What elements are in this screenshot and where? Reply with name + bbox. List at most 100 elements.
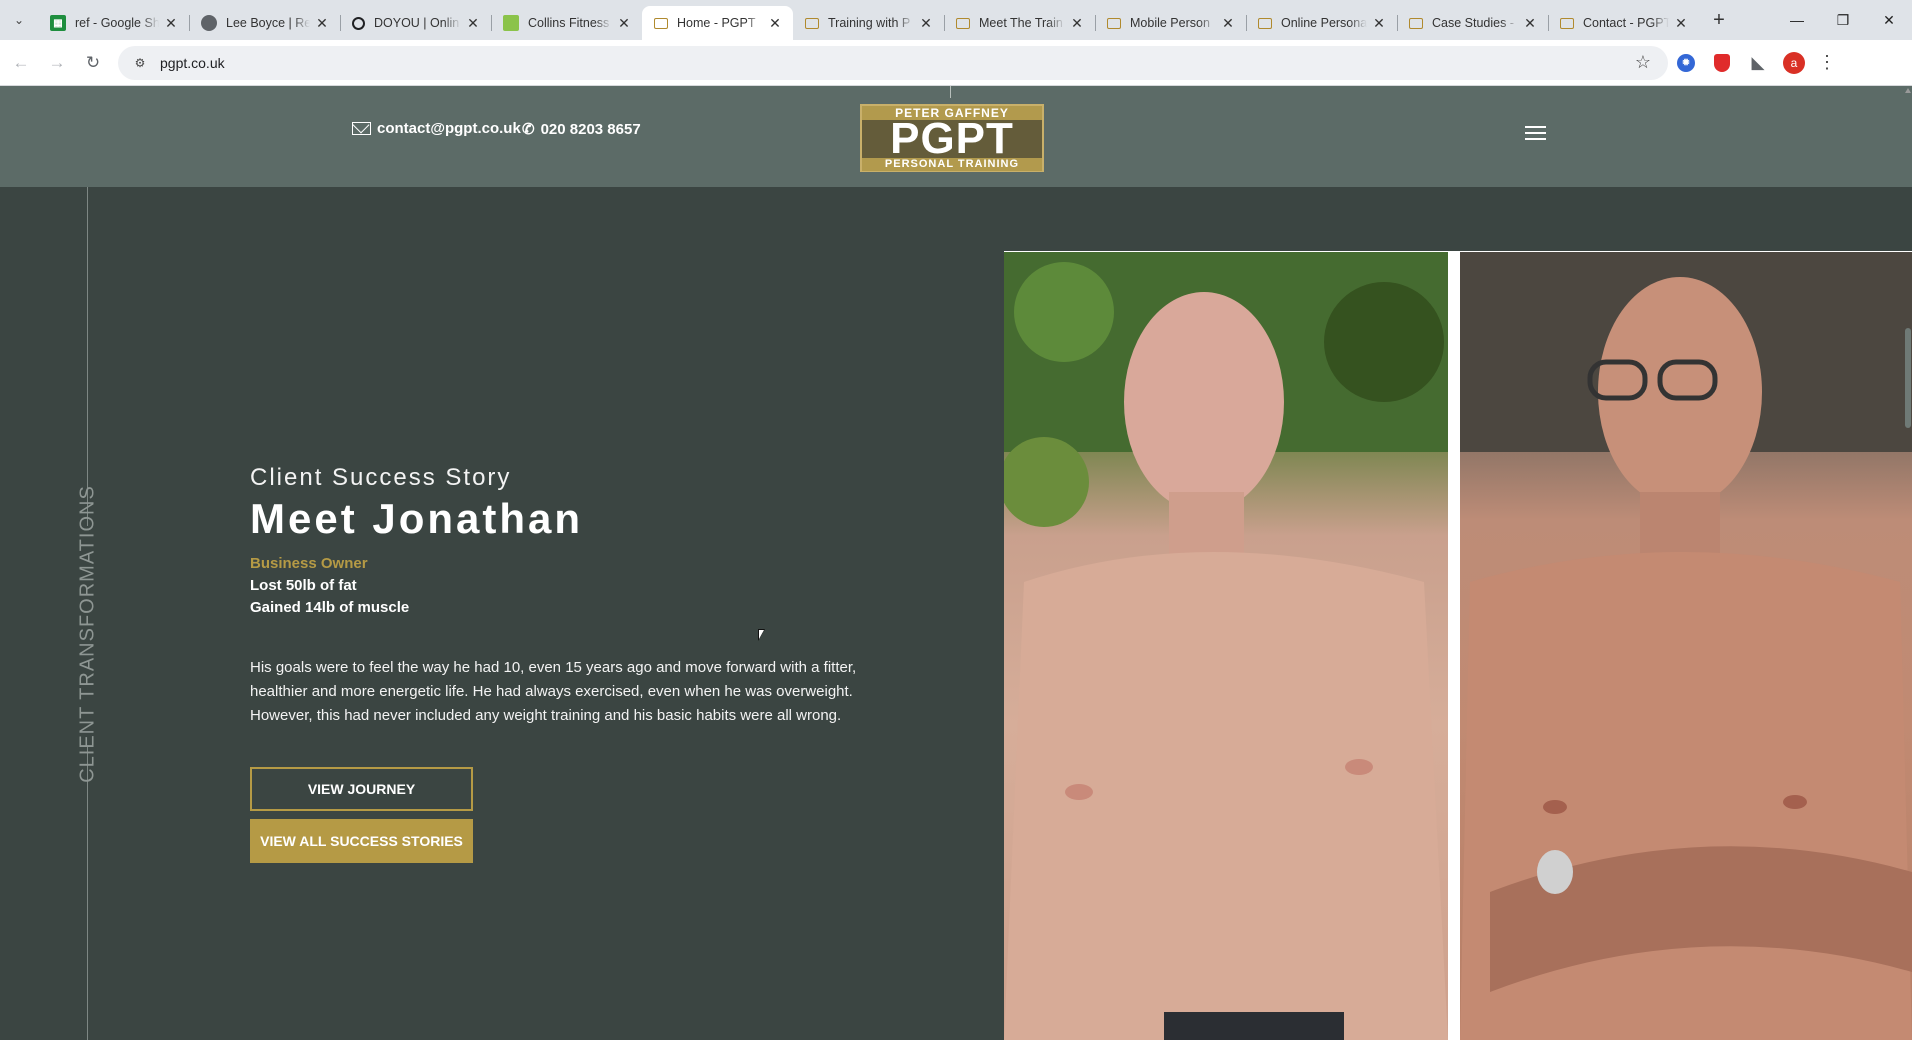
close-window-icon[interactable]: ✕ [1866, 0, 1912, 40]
email-link[interactable]: contact@pgpt.co.uk [352, 120, 521, 137]
view-all-stories-button[interactable]: VIEW ALL SUCCESS STORIES [250, 819, 473, 863]
story-kicker: Client Success Story [250, 464, 512, 491]
phone-text: 020 8203 8657 [540, 120, 641, 138]
story-headline: Meet Jonathan [250, 495, 584, 542]
tab-list: ▦ ref - Google Sh ✕ Lee Boyce | Rea ✕ DO… [38, 0, 1737, 40]
tab-close-icon[interactable]: ✕ [767, 15, 783, 31]
envelope-icon [352, 122, 371, 135]
hamburger-menu-icon[interactable] [1525, 126, 1546, 140]
tab-close-icon[interactable]: ✕ [465, 15, 481, 31]
side-line [87, 746, 88, 1040]
forward-arrow-icon[interactable]: → [42, 48, 72, 78]
tab-close-icon[interactable]: ✕ [1069, 15, 1085, 31]
extensions-button[interactable]: ◣ [1740, 48, 1776, 78]
tab-close-icon[interactable]: ✕ [918, 15, 934, 31]
circle-o-icon [352, 16, 365, 30]
reload-icon[interactable]: ↻ [78, 48, 108, 78]
browser-tab[interactable]: Case Studies - ✕ [1397, 6, 1548, 40]
tab-title: Meet The Train [979, 16, 1063, 30]
phone-icon: ✆ [522, 121, 535, 138]
browser-tab[interactable]: Contact - PGPT ✕ [1548, 6, 1699, 40]
scroll-up-arrow-icon[interactable] [1905, 88, 1911, 93]
puzzle-icon: ◣ [1751, 52, 1765, 72]
logo-bottom-text: PERSONAL TRAINING [862, 158, 1042, 171]
site-header: contact@pgpt.co.uk ✆ 020 8203 8657 PETER… [0, 86, 1912, 187]
browser-tab[interactable]: Online Persona ✕ [1246, 6, 1397, 40]
tab-close-icon[interactable]: ✕ [1673, 15, 1689, 31]
stat-fat-lost: Lost 50lb of fat [250, 577, 357, 594]
tab-close-icon[interactable]: ✕ [616, 15, 632, 31]
browser-tab[interactable]: ▦ ref - Google Sh ✕ [38, 6, 189, 40]
tab-close-icon[interactable]: ✕ [1371, 15, 1387, 31]
tab-search-chevron-icon[interactable]: ⌄ [0, 0, 38, 40]
tab-title: Case Studies - [1432, 16, 1514, 30]
window-controls: — ❐ ✕ [1774, 0, 1912, 40]
sheets-icon: ▦ [50, 15, 66, 31]
tab-title: Home - PGPT [677, 16, 756, 30]
tab-title: Contact - PGPT [1583, 16, 1669, 30]
page-icon [1258, 17, 1272, 29]
page-icon [654, 17, 668, 29]
browser-tab[interactable]: Meet The Train ✕ [944, 6, 1095, 40]
tab-title: Lee Boyce | Rea [226, 16, 310, 30]
tab-title: ref - Google Sh [75, 16, 159, 30]
tab-close-icon[interactable]: ✕ [314, 15, 330, 31]
browser-tab[interactable]: Mobile Person ✕ [1095, 6, 1246, 40]
client-role: Business Owner [250, 555, 368, 572]
tab-close-icon[interactable]: ✕ [1220, 15, 1236, 31]
page-icon [956, 17, 970, 29]
site-logo[interactable]: PETER GAFFNEY PGPT PERSONAL TRAINING [860, 104, 1044, 172]
email-text: contact@pgpt.co.uk [377, 120, 521, 137]
browser-tab[interactable]: Collins Fitness ✕ [491, 6, 642, 40]
back-arrow-icon[interactable]: ← [6, 48, 36, 78]
after-photo [1460, 252, 1912, 1040]
green-square-icon [503, 15, 519, 31]
after-photo-illustration [1460, 252, 1912, 1040]
person-icon [201, 15, 217, 31]
success-story: Client Success Story Meet Jonathan Busin… [250, 464, 870, 863]
profile-button[interactable]: a [1776, 48, 1812, 78]
tab-close-icon[interactable]: ✕ [1522, 15, 1538, 31]
shield-icon [1714, 53, 1730, 72]
browser-tab[interactable]: Training with P ✕ [793, 6, 944, 40]
profile-avatar: a [1783, 51, 1805, 74]
tab-title: Collins Fitness [528, 16, 610, 30]
mouse-cursor [758, 629, 765, 641]
new-tab-plus-icon[interactable]: + [1701, 3, 1737, 37]
browser-menu-icon[interactable]: ⋮ [1812, 52, 1842, 73]
extension-button[interactable] [1704, 48, 1740, 78]
page-icon [1560, 17, 1574, 29]
before-photo-illustration [1004, 252, 1448, 1040]
tab-title: Online Persona [1281, 16, 1367, 30]
site-settings-icon[interactable]: ⚙ [132, 55, 148, 71]
restore-icon[interactable]: ❐ [1820, 0, 1866, 40]
extension-button[interactable]: ✹ [1668, 48, 1704, 78]
tab-title: Mobile Person [1130, 16, 1210, 30]
tab-close-icon[interactable]: ✕ [163, 15, 179, 31]
bookmark-star-icon[interactable]: ☆ [1628, 52, 1658, 73]
page-icon [805, 17, 819, 29]
browser-toolbar: ← → ↻ ⚙ pgpt.co.uk ☆ ✹ ◣ a ⋮ [0, 40, 1912, 86]
page-scrollbar[interactable] [1904, 86, 1912, 1040]
page-viewport: CLIENT TRANSFORMATIONS contact@pgpt.co.u… [0, 86, 1912, 1040]
page-icon [1107, 17, 1121, 29]
tab-title: DOYOU | Onlin [374, 16, 460, 30]
browser-tab-active[interactable]: Home - PGPT ✕ [642, 6, 793, 40]
view-journey-button[interactable]: VIEW JOURNEY [250, 767, 473, 811]
page-icon [1409, 17, 1423, 29]
minimize-icon[interactable]: — [1774, 0, 1820, 40]
tab-title: Training with P [828, 16, 911, 30]
browser-tab[interactable]: DOYOU | Onlin ✕ [340, 6, 491, 40]
story-description: His goals were to feel the way he had 10… [250, 659, 857, 724]
url-text[interactable]: pgpt.co.uk [160, 55, 1628, 71]
browser-tab-strip: ⌄ ▦ ref - Google Sh ✕ Lee Boyce | Rea ✕ … [0, 0, 1912, 40]
scrollbar-thumb[interactable] [1905, 328, 1911, 428]
stat-muscle-gained: Gained 14lb of muscle [250, 599, 410, 616]
logo-divider [950, 86, 951, 98]
logo-main-text: PGPT [890, 114, 1014, 163]
browser-tab[interactable]: Lee Boyce | Rea ✕ [189, 6, 340, 40]
phone-link[interactable]: ✆ 020 8203 8657 [522, 120, 641, 139]
extension-globe-icon: ✹ [1677, 53, 1695, 72]
before-after-photos [1004, 251, 1912, 1040]
address-bar[interactable]: ⚙ pgpt.co.uk ☆ [118, 45, 1668, 80]
